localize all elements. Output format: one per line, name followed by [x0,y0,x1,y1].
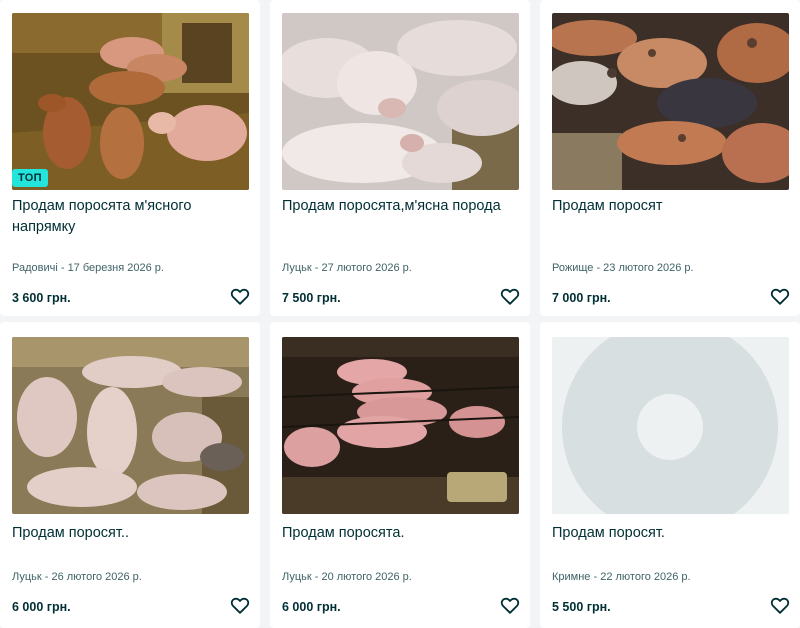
listing-title[interactable]: Продам поросят. [552,523,788,544]
listing-card[interactable]: ТОП Продам поросята м'ясного напрямку Ра… [0,0,260,316]
piglets-brown-on-straw-image [12,13,249,190]
listing-photo[interactable] [552,337,789,514]
favorite-button[interactable] [229,594,251,616]
listing-photo[interactable] [282,337,519,514]
pink-piglets-closeup-image [282,13,519,190]
favorite-button[interactable] [499,285,521,307]
listing-grid: ТОП Продам поросята м'ясного напрямку Ра… [0,0,800,628]
listing-card[interactable]: Продам поросята,м'ясна порода Луцьк - 27… [270,0,530,316]
heart-outline-icon [500,597,520,614]
image-placeholder-icon [552,337,789,514]
favorite-button[interactable] [769,285,791,307]
piglets-group-on-straw-image [12,337,249,514]
listing-location-date: Радовичі - 17 березня 2026 р. [12,262,164,274]
listing-card[interactable]: Продам поросят Рожище - 23 лютого 2026 р… [540,0,800,316]
heart-outline-icon [230,597,250,614]
listing-title[interactable]: Продам поросята м'ясного напрямку [12,196,248,238]
listing-title[interactable]: Продам поросята,м'ясна порода [282,196,518,217]
listing-price: 6 000 грн. [12,600,71,614]
listing-price: 7 000 грн. [552,291,611,305]
listing-location-date: Луцьк - 26 лютого 2026 р. [12,571,142,583]
listing-price: 5 500 грн. [552,600,611,614]
listing-photo[interactable] [552,13,789,190]
heart-outline-icon [500,288,520,305]
favorite-button[interactable] [769,594,791,616]
listing-price: 6 000 грн. [282,600,341,614]
spotted-piglets-pile-image [552,13,789,190]
listing-card[interactable]: Продам поросят.. Луцьк - 26 лютого 2026 … [0,322,260,628]
listing-photo[interactable] [12,337,249,514]
listing-price: 3 600 грн. [12,291,71,305]
listing-photo[interactable] [12,13,249,190]
listing-card[interactable]: Продам поросят. Кримне - 22 лютого 2026 … [540,322,800,628]
listing-card[interactable]: Продам поросята. Луцьк - 20 лютого 2026 … [270,322,530,628]
listing-photo[interactable] [282,13,519,190]
heart-outline-icon [770,288,790,305]
top-badge: ТОП [12,169,48,187]
listing-location-date: Луцьк - 20 лютого 2026 р. [282,571,412,583]
piglets-in-pen-dark-image [282,337,519,514]
heart-outline-icon [770,597,790,614]
favorite-button[interactable] [229,285,251,307]
listing-title[interactable]: Продам поросят.. [12,523,248,544]
listing-title[interactable]: Продам поросята. [282,523,518,544]
favorite-button[interactable] [499,594,521,616]
listing-price: 7 500 грн. [282,291,341,305]
listing-location-date: Луцьк - 27 лютого 2026 р. [282,262,412,274]
listing-location-date: Рожище - 23 лютого 2026 р. [552,262,694,274]
listing-title[interactable]: Продам поросят [552,196,788,217]
heart-outline-icon [230,288,250,305]
listing-location-date: Кримне - 22 лютого 2026 р. [552,571,691,583]
